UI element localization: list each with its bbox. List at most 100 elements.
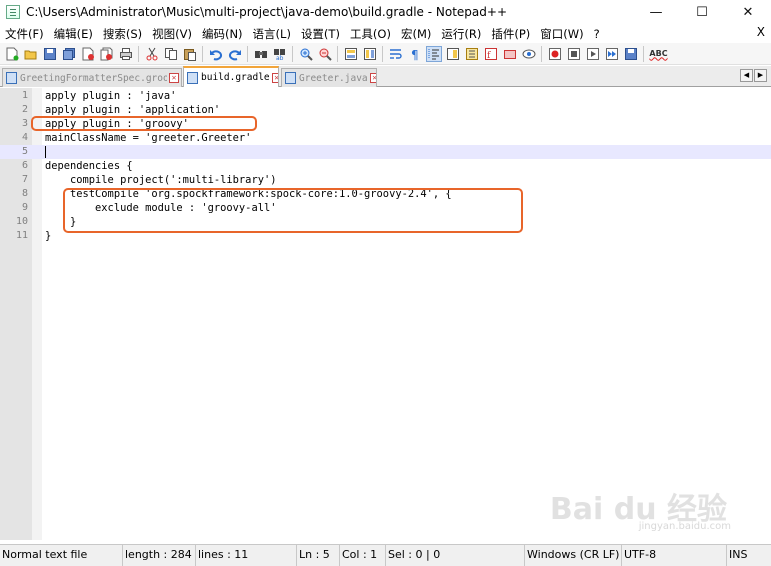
function-list-icon[interactable] [464, 46, 480, 62]
tab-scroll-right-button[interactable]: ▶ [754, 69, 767, 82]
menu-search[interactable]: 搜索(S) [98, 26, 147, 42]
print-icon[interactable] [118, 46, 134, 62]
status-length: length : 284 [122, 545, 194, 566]
toolbar-separator [247, 45, 248, 62]
status-file-type: Normal text file [2, 548, 88, 561]
menu-window[interactable]: 窗口(W) [535, 26, 588, 42]
line-text: apply plugin : 'application' [45, 104, 221, 116]
menu-edit[interactable]: 编辑(E) [49, 26, 98, 42]
status-bar: Normal text file length : 284 lines : 11… [0, 544, 771, 566]
monitor-eye-icon[interactable] [521, 46, 537, 62]
file-tab-icon [187, 71, 198, 84]
close-window-button[interactable]: ✕ [725, 0, 771, 24]
line-text: compile project(':multi-library') [45, 174, 277, 186]
line-number: 7 [21, 174, 28, 185]
folder-workspace-icon[interactable]: f [483, 46, 499, 62]
undo-icon[interactable] [208, 46, 224, 62]
toolbar-separator [643, 45, 644, 62]
line-number: 2 [21, 104, 28, 115]
replace-icon[interactable]: ab [272, 46, 288, 62]
menu-plugins[interactable]: 插件(P) [486, 26, 535, 42]
run-macro-multiple-icon[interactable] [604, 46, 620, 62]
find-icon[interactable] [253, 46, 269, 62]
word-wrap-icon[interactable] [388, 46, 404, 62]
sync-vertical-icon[interactable] [343, 46, 359, 62]
file-tab-icon [6, 72, 17, 84]
code-line[interactable]: 11} [0, 229, 771, 243]
copy-icon[interactable] [163, 46, 179, 62]
menu-macro[interactable]: 宏(M) [396, 26, 436, 42]
current-code-line[interactable]: 5 [0, 145, 771, 159]
line-number: 6 [21, 160, 28, 171]
new-file-icon[interactable] [4, 46, 20, 62]
close-all-icon[interactable] [99, 46, 115, 62]
indent-guide-icon[interactable] [425, 45, 442, 62]
zoom-in-icon[interactable] [298, 46, 314, 62]
menu-tools[interactable]: 工具(O) [345, 26, 396, 42]
code-line[interactable]: 9 exclude module : 'groovy-all' [0, 201, 771, 215]
close-icon[interactable] [80, 46, 96, 62]
editor-area[interactable]: 1 apply plugin : 'java' 2 apply plugin : '… [0, 88, 771, 540]
tab-label: Greeter.java [299, 72, 368, 84]
line-number: 1 [21, 90, 28, 101]
save-macro-icon[interactable] [623, 46, 639, 62]
menu-bar: 文件(F) 编辑(E) 搜索(S) 视图(V) 编码(N) 语言(L) 设置(T… [0, 24, 771, 43]
line-number: 5 [21, 146, 28, 157]
menu-view[interactable]: 视图(V) [147, 26, 197, 42]
tab-label: build.gradle [201, 72, 270, 83]
code-lines[interactable]: 1 apply plugin : 'java' 2 apply plugin : '… [0, 89, 771, 243]
code-line[interactable]: 10 } [0, 215, 771, 229]
code-line[interactable]: 8 testCompile 'org.spockframework:spock-… [0, 187, 771, 201]
tab-close-icon[interactable]: ✕ [271, 72, 278, 83]
cut-icon[interactable] [144, 46, 160, 62]
status-insert-mode: INS [726, 545, 771, 566]
stop-macro-icon[interactable] [566, 46, 582, 62]
code-line[interactable]: 4 mainClassName = 'greeter.Greeter' [0, 131, 771, 145]
text-caret [45, 146, 46, 158]
code-line[interactable]: 6 dependencies { [0, 159, 771, 173]
tab-close-icon[interactable]: ✕ [369, 73, 376, 83]
redo-icon[interactable] [227, 46, 243, 62]
monitor-icon[interactable] [502, 46, 518, 62]
doc-map-icon[interactable] [445, 46, 461, 62]
toolbar: ab ¶ f ABC [0, 43, 771, 65]
tab-scroll-left-button[interactable]: ◀ [740, 69, 753, 82]
code-line[interactable]: 2 apply plugin : 'application' [0, 103, 771, 117]
file-tab-icon [285, 72, 296, 84]
tab-greetingformatterspec[interactable]: GreetingFormatterSpec.groovy ✕ [2, 68, 182, 87]
play-macro-icon[interactable] [585, 46, 601, 62]
paste-icon[interactable] [182, 46, 198, 62]
menu-run[interactable]: 运行(R) [436, 26, 486, 42]
code-line[interactable]: 7 compile project(':multi-library') [0, 173, 771, 187]
menu-settings[interactable]: 设置(T) [296, 26, 345, 42]
status-ln: Ln : 5 [296, 545, 338, 566]
toolbar-separator [292, 45, 293, 62]
window-title: C:\Users\Administrator\Music\multi-proje… [26, 5, 508, 19]
line-number: 10 [15, 216, 28, 227]
record-macro-icon[interactable] [547, 46, 563, 62]
open-file-icon[interactable] [23, 46, 39, 62]
menu-language[interactable]: 语言(L) [248, 26, 296, 42]
tab-greeter-java[interactable]: Greeter.java ✕ [281, 68, 377, 87]
save-icon[interactable] [42, 46, 58, 62]
status-col: Col : 1 [339, 545, 384, 566]
status-encoding: UTF-8 [621, 545, 725, 566]
maximize-button[interactable]: ☐ [679, 0, 725, 24]
tab-build-gradle[interactable]: build.gradle ✕ [183, 66, 279, 87]
menu-file[interactable]: 文件(F) [0, 26, 49, 42]
baidu-watermark-url: jingyan.baidu.com [638, 521, 731, 532]
status-eol: Windows (CR LF) [524, 545, 620, 566]
minimize-button[interactable]: — [633, 0, 679, 24]
close-document-button[interactable]: X [757, 25, 765, 39]
tab-close-icon[interactable]: ✕ [169, 73, 179, 83]
sync-horizontal-icon[interactable] [362, 46, 378, 62]
save-all-icon[interactable] [61, 46, 77, 62]
menu-encoding[interactable]: 编码(N) [197, 26, 248, 42]
show-all-chars-icon[interactable]: ¶ [407, 46, 423, 62]
line-text: } [45, 230, 52, 242]
spellcheck-icon[interactable]: ABC [649, 46, 669, 62]
code-line[interactable]: 3 apply plugin : 'groovy' [0, 117, 771, 131]
code-line[interactable]: 1 apply plugin : 'java' [0, 89, 771, 103]
menu-help[interactable]: ? [589, 27, 605, 41]
zoom-out-icon[interactable] [317, 46, 333, 62]
